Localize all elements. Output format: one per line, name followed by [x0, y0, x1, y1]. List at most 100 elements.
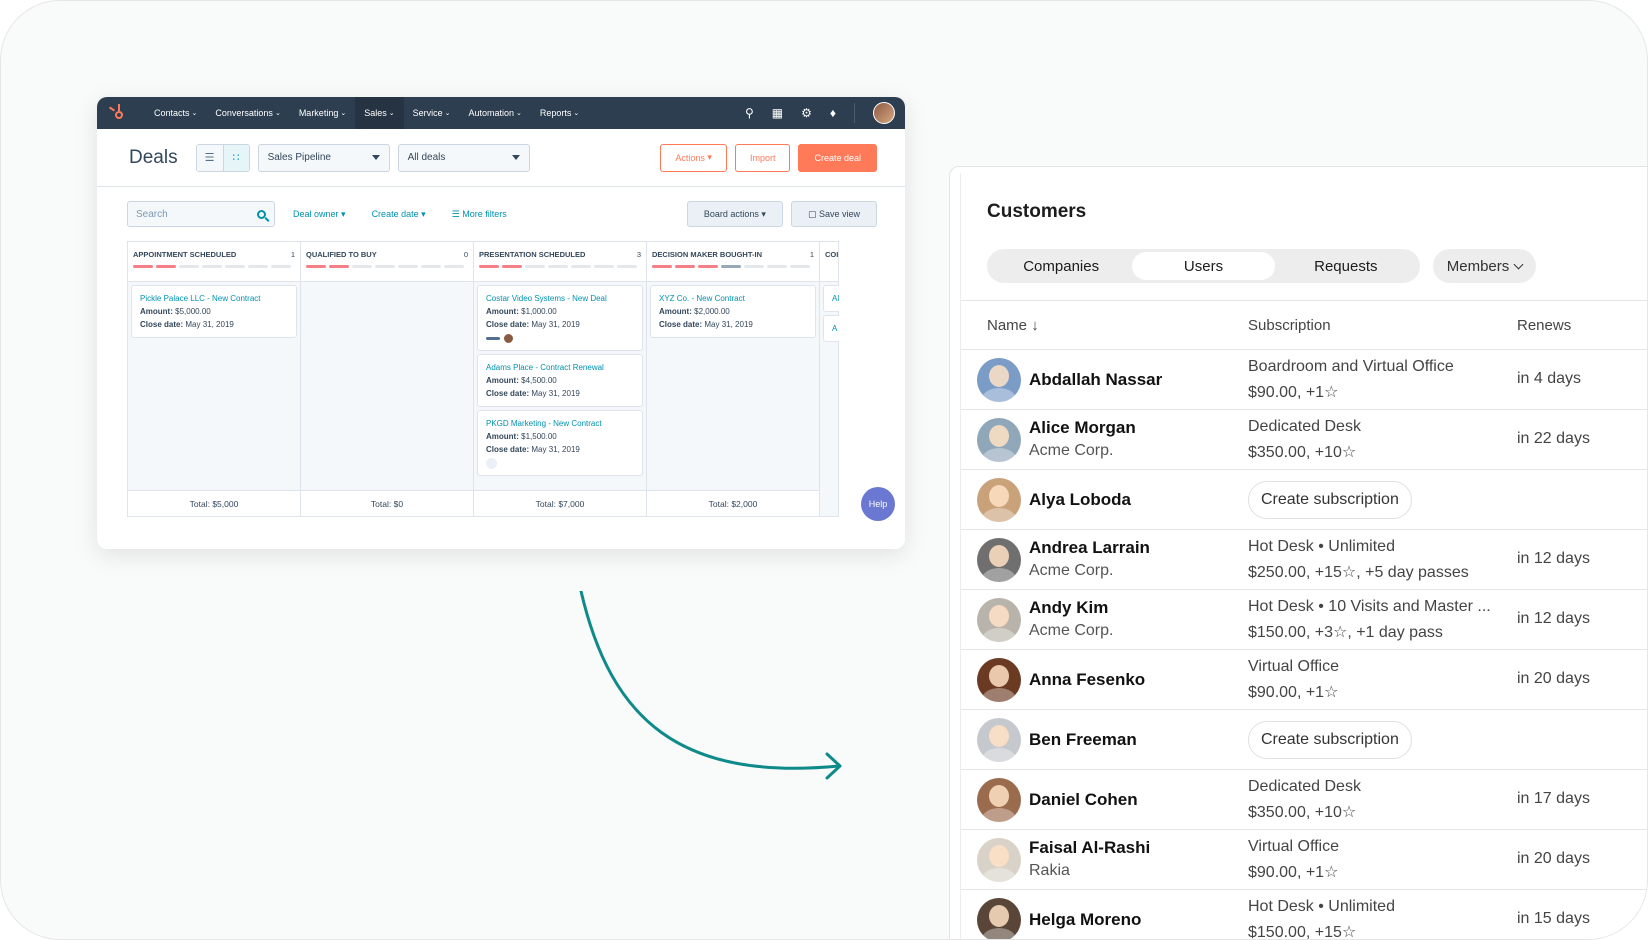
list-view-icon[interactable]: ☰	[196, 144, 223, 171]
stage-progress	[479, 265, 641, 268]
subscription-price: $250.00, +15☆, +5 day passes	[1248, 564, 1469, 581]
column-count: 1	[809, 250, 814, 259]
avatar	[977, 478, 1021, 522]
deal-title-link[interactable]: Pickle Palace LLC - New Contract	[140, 292, 288, 305]
customer-name[interactable]: Ben Freeman	[1029, 730, 1137, 750]
subscription-price: $90.00, +1☆	[1248, 864, 1339, 881]
nav-item-marketing[interactable]: Marketing ⌄	[290, 97, 355, 129]
help-button[interactable]: Help	[861, 487, 895, 521]
filter-label: Create date	[371, 208, 419, 219]
chevron-down-icon: ⌄	[274, 110, 281, 117]
members-dropdown[interactable]: Members	[1433, 249, 1536, 283]
nav-item-reports[interactable]: Reports ⌄	[531, 97, 588, 129]
customer-name[interactable]: Anna Fesenko	[1029, 670, 1145, 690]
table-row[interactable]: Anna Fesenko Virtual Office $90.00, +1☆ in …	[961, 649, 1647, 709]
deal-card[interactable]: Costar Video Systems - New Deal Amount: $…	[477, 285, 643, 351]
table-row[interactable]: Ben Freeman Create subscription	[961, 709, 1647, 769]
actions-button[interactable]: Actions ▾	[660, 143, 727, 172]
progress-segment	[594, 265, 614, 268]
sprocket-logo-icon[interactable]	[107, 102, 129, 124]
create-subscription-button[interactable]: Create subscription	[1248, 721, 1412, 759]
deal-card[interactable]: Al	[823, 285, 839, 312]
nav-item-conversations[interactable]: Conversations ⌄	[206, 97, 289, 129]
customer-name[interactable]: Helga Moreno	[1029, 910, 1141, 930]
progress-segment	[352, 265, 372, 268]
deals-header: Deals ☰ ∷ Sales Pipeline All deals Actio…	[97, 129, 905, 187]
column-title: COI	[825, 250, 839, 259]
marketplace-icon[interactable]: ▦	[772, 106, 783, 120]
customer-name[interactable]: Andrea Larrain	[1029, 538, 1150, 558]
filter-create-date[interactable]: Create date ▾	[372, 209, 426, 220]
customer-name[interactable]: Alice Morgan	[1029, 418, 1136, 438]
deal-title-link[interactable]: PKGD Marketing - New Contract	[486, 417, 634, 430]
search-placeholder: Search	[136, 208, 168, 220]
column-title: APPOINTMENT SCHEDULED	[133, 250, 237, 259]
gear-icon[interactable]: ⚙	[801, 106, 812, 120]
search-input[interactable]: Search	[127, 201, 275, 227]
column-header-renews[interactable]: Renews	[1517, 317, 1571, 334]
table-row[interactable]: Andy Kim Acme Corp. Hot Desk • 10 Visits a…	[961, 589, 1647, 649]
table-row[interactable]: Abdallah Nassar Boardroom and Virtual Off…	[961, 349, 1647, 409]
deal-card[interactable]: Pickle Palace LLC - New Contract Amount: …	[131, 285, 297, 338]
table-row[interactable]: Alya Loboda Create subscription	[961, 469, 1647, 529]
nav-item-service[interactable]: Service ⌄	[404, 97, 460, 129]
progress-segment	[306, 265, 326, 268]
import-button[interactable]: Import	[734, 143, 791, 172]
customer-name[interactable]: Faisal Al-Rashi	[1029, 838, 1150, 858]
deal-card[interactable]: A	[823, 315, 839, 342]
sort-down-icon: ↓	[1031, 317, 1039, 334]
table-row[interactable]: Helga Moreno Hot Desk • Unlimited $150.00,…	[961, 889, 1647, 939]
tab-companies[interactable]: Companies	[990, 252, 1132, 280]
create-subscription-button[interactable]: Create subscription	[1248, 481, 1412, 519]
column-header-subscription[interactable]: Subscription	[1248, 317, 1331, 334]
customer-name[interactable]: Alya Loboda	[1029, 490, 1131, 510]
deal-card[interactable]: PKGD Marketing - New Contract Amount: $1,…	[477, 410, 643, 476]
filter-deal-owner[interactable]: Deal owner ▾	[293, 209, 346, 220]
user-avatar[interactable]	[873, 102, 895, 124]
nav-item-contacts[interactable]: Contacts ⌄	[145, 97, 206, 129]
create-deal-button[interactable]: Create deal	[798, 143, 877, 172]
nav-item-label: Service	[412, 108, 443, 118]
view-select[interactable]: All deals	[397, 143, 530, 172]
deal-card[interactable]: XYZ Co. - New Contract Amount: $2,000.00 C…	[650, 285, 816, 338]
deal-owner-chips	[486, 333, 634, 344]
column-header-name[interactable]: Name ↓	[987, 317, 1039, 334]
filter-more-filters[interactable]: ☰ More filters	[452, 209, 507, 220]
tab-users[interactable]: Users	[1132, 252, 1275, 280]
progress-segment	[179, 265, 199, 268]
nav-item-label: Marketing	[298, 108, 339, 118]
table-row[interactable]: Andrea Larrain Acme Corp. Hot Desk • Unlim…	[961, 529, 1647, 589]
deal-amount: Amount: $2,000.00	[659, 305, 807, 318]
pipeline-select[interactable]: Sales Pipeline	[257, 143, 390, 172]
board-view-icon[interactable]: ∷	[222, 144, 249, 171]
table-row[interactable]: Faisal Al-Rashi Rakia Virtual Office $90.00…	[961, 829, 1647, 889]
nav-item-automation[interactable]: Automation ⌄	[459, 97, 530, 129]
filter-bar: Search Deal owner ▾ Create date ▾ ☰ More…	[97, 187, 905, 241]
stage-progress	[306, 265, 468, 268]
amount-label: Amount:	[486, 307, 519, 316]
deal-title-link[interactable]: Adams Place - Contract Renewal	[486, 361, 634, 374]
progress-segment	[444, 265, 464, 268]
bell-icon[interactable]: ♦	[830, 106, 836, 120]
nav-item-sales[interactable]: Sales ⌄	[355, 97, 404, 129]
customer-name[interactable]: Daniel Cohen	[1029, 790, 1138, 810]
column-header: PRESENTATION SCHEDULED 3	[474, 242, 646, 282]
search-icon[interactable]: ⚲	[745, 106, 754, 120]
subscription-plan: Virtual Office	[1248, 838, 1340, 855]
renews-value: in 20 days	[1517, 850, 1590, 867]
progress-segment	[225, 265, 245, 268]
deal-title-link[interactable]: Costar Video Systems - New Deal	[486, 292, 634, 305]
customer-name[interactable]: Abdallah Nassar	[1029, 370, 1162, 390]
customer-name[interactable]: Andy Kim	[1029, 598, 1108, 618]
save-view-button[interactable]: ▢ Save view	[790, 201, 877, 227]
avatar	[977, 718, 1021, 762]
deal-title-link[interactable]: XYZ Co. - New Contract	[659, 292, 807, 305]
subscription-plan: Hot Desk • 10 Visits and Master ...	[1248, 598, 1491, 615]
table-row[interactable]: Daniel Cohen Dedicated Desk $350.00, +10☆ i…	[961, 769, 1647, 829]
avatar	[977, 778, 1021, 822]
deal-card[interactable]: Adams Place - Contract Renewal Amount: $4…	[477, 354, 643, 407]
board-actions-button[interactable]: Board actions ▾	[686, 201, 783, 227]
table-row[interactable]: Alice Morgan Acme Corp. Dedicated Desk $350…	[961, 409, 1647, 469]
nav-item-label: Reports	[539, 108, 572, 118]
tab-requests[interactable]: Requests	[1275, 252, 1417, 280]
